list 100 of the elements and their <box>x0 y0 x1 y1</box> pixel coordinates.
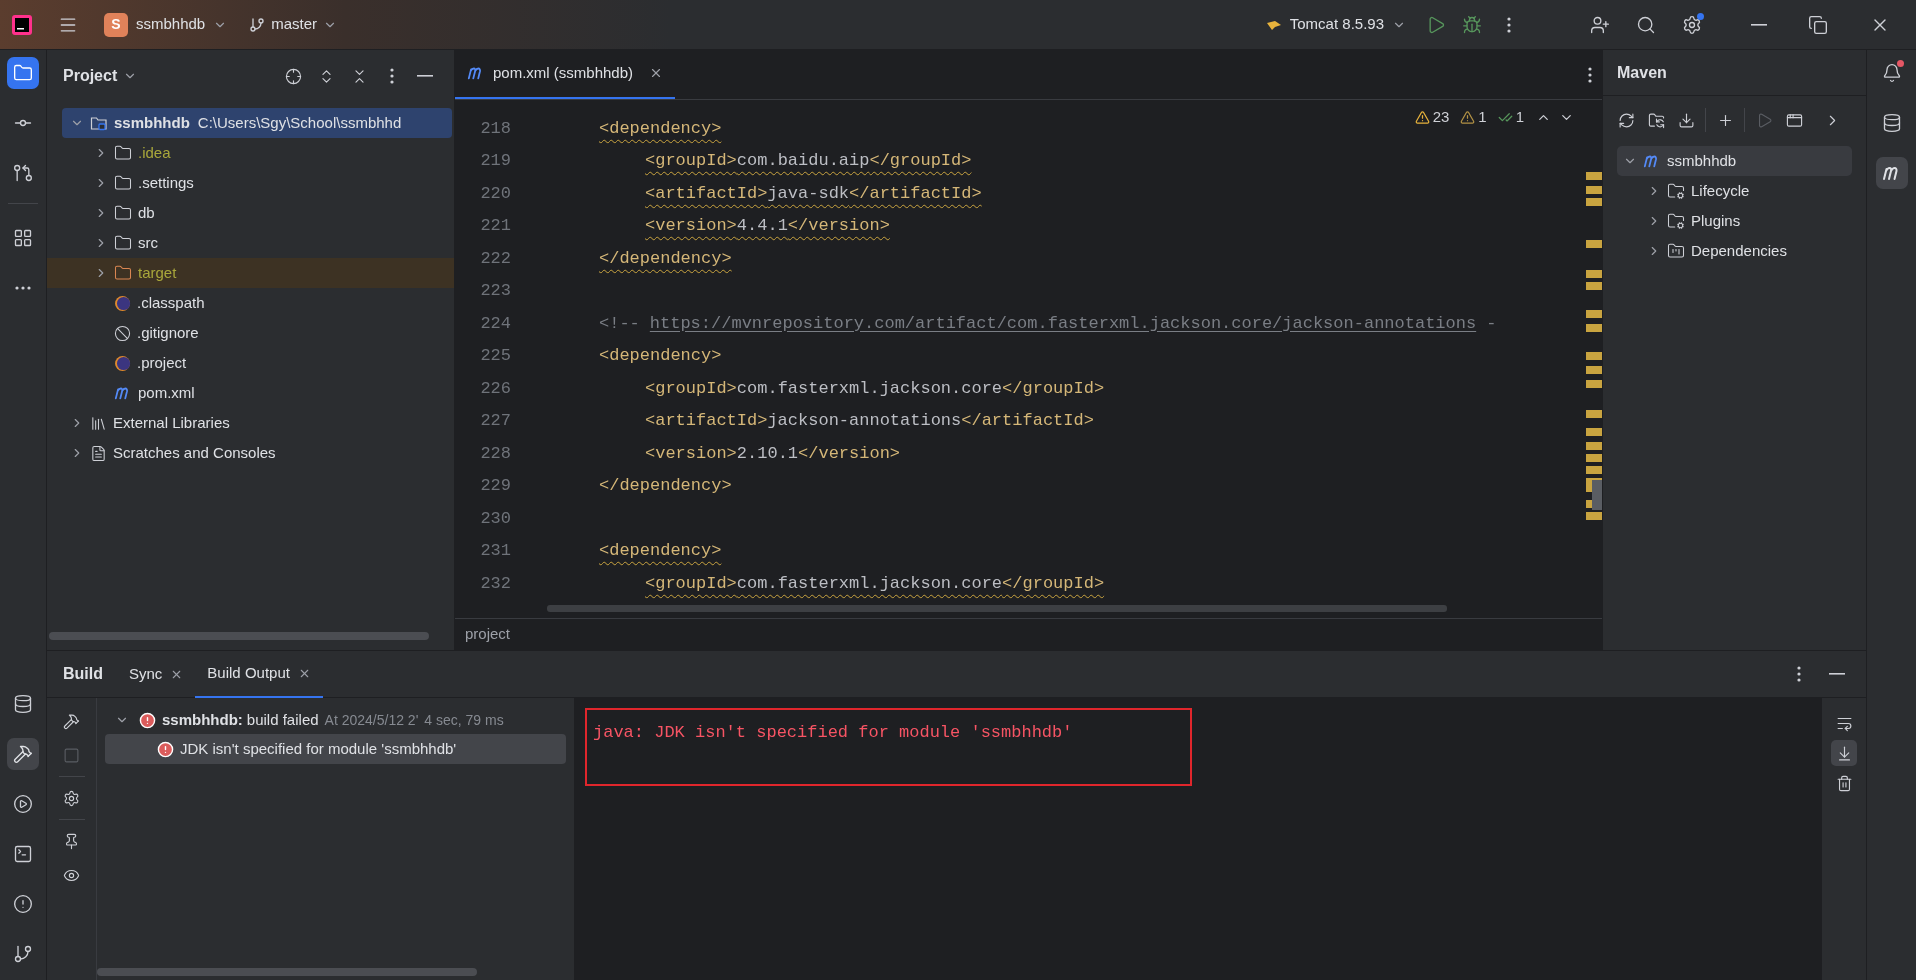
tree-item[interactable]: Scratches and Consoles <box>47 438 454 468</box>
maven-tree-item[interactable]: Lifecycle <box>1617 176 1852 206</box>
scroll-to-end-button[interactable] <box>1831 740 1857 766</box>
maven-tree-item[interactable]: ssmbhhdb <box>1617 146 1852 176</box>
panel-tab[interactable]: Build Output <box>195 650 323 698</box>
line-number: 221 <box>479 215 511 237</box>
tree-item-label: .project <box>137 352 187 373</box>
restore-icon <box>1808 14 1828 35</box>
folder-icon <box>114 204 132 222</box>
tree-item-label: ssmbhhdb <box>1667 150 1737 171</box>
build-tree-item[interactable]: ssmbhhdb: build failed At 2024/5/12 2' 4 sec, 79 ms <box>105 706 566 734</box>
folder-icon <box>114 264 132 282</box>
tree-item-label: Plugins <box>1691 210 1741 231</box>
line-number: 228 <box>479 442 511 465</box>
terminal-icon <box>13 844 33 864</box>
hammer-icon <box>13 744 33 764</box>
code-line: <dependency> <box>599 345 722 367</box>
library-icon <box>90 414 107 432</box>
line-number: 218 <box>479 117 511 140</box>
warning-count[interactable]: 23 <box>1432 106 1450 129</box>
tree-item[interactable]: db <box>47 198 454 228</box>
code-line: <dependency> <box>599 117 722 140</box>
download-icon <box>1677 111 1695 129</box>
maven-tree-item[interactable]: Dependencies <box>1617 236 1852 266</box>
tree-item-label: Scratches and Consoles <box>113 442 276 463</box>
code-line: <version>2.10.1</version> <box>645 442 901 465</box>
tool-window-button[interactable] <box>1875 157 1908 189</box>
tree-item[interactable]: .classpath <box>47 288 454 318</box>
pull-request-icon <box>13 163 33 183</box>
project-selector[interactable]: S ssmbhhdb <box>98 8 234 41</box>
tree-item-label: .gitignore <box>137 322 199 343</box>
folder-gear-icon <box>1667 182 1685 200</box>
tree-item[interactable]: External Libraries <box>47 408 454 438</box>
folder-chart-icon <box>1667 242 1685 260</box>
database-icon <box>13 694 33 714</box>
warning-icon <box>1414 109 1430 125</box>
code-line: </dependency> <box>599 247 732 270</box>
breadcrumb[interactable]: project <box>465 623 511 646</box>
structure-icon <box>13 228 33 248</box>
line-number: 222 <box>479 247 511 270</box>
reload-icon <box>1617 111 1635 129</box>
debug-icon <box>1462 14 1482 35</box>
line-number: 232 <box>479 572 511 595</box>
horizontal-scrollbar[interactable] <box>547 605 1447 612</box>
horizontal-scrollbar[interactable] <box>97 968 477 976</box>
tree-item[interactable]: pom.xml <box>47 378 454 408</box>
console-output: java: JDK isn't specified for module 'ssmbhhdb' <box>593 723 1073 742</box>
code-line: <dependency> <box>599 540 722 562</box>
error-icon <box>139 711 156 729</box>
build-message: JDK isn't specified for module 'ssmbhhdb' <box>180 738 457 759</box>
tree-item[interactable]: ssmbhhdb C:\Users\Sgy\School\ssmbhhd <box>62 108 452 138</box>
comment-link[interactable]: https://mvnrepository.com/artifact/com.fasterxml.jackson.core/jackson-annotations <box>649 310 1477 336</box>
more-icon <box>15 286 31 290</box>
branch-selector[interactable]: master <box>243 8 344 41</box>
weak-warning-count[interactable]: 1 <box>1478 106 1487 129</box>
line-number: 227 <box>479 410 511 432</box>
settings-icon <box>1682 14 1702 35</box>
tree-item[interactable]: .idea <box>47 138 454 168</box>
problems-icon <box>13 894 33 914</box>
run-config-selector[interactable]: Tomcat 8.5.93 <box>1259 8 1412 41</box>
panel-title: Maven <box>1617 62 1667 83</box>
project-badge: S <box>104 12 128 37</box>
line-number: 219 <box>479 150 511 172</box>
git-branch-icon <box>249 16 266 33</box>
tree-item[interactable]: .project <box>47 348 454 378</box>
build-duration: 4 sec, 79 ms <box>424 710 504 730</box>
folder-icon <box>114 144 132 162</box>
tree-item-label: src <box>138 232 158 253</box>
tree-item[interactable]: .settings <box>47 168 454 198</box>
settings-icon <box>63 789 80 807</box>
folder-sync-icon <box>1647 111 1665 129</box>
folder-icon <box>13 63 33 83</box>
panel-tab[interactable]: Sync <box>117 650 196 698</box>
tree-item-label: .settings <box>138 172 194 193</box>
tool-window-button[interactable] <box>7 738 39 770</box>
tool-window-button[interactable] <box>7 57 39 89</box>
build-tree-item[interactable]: JDK isn't specified for module 'ssmbhhdb' <box>105 734 566 764</box>
line-number: 224 <box>479 312 511 335</box>
code-line: <version>4.4.1</version> <box>645 215 890 237</box>
tree-item[interactable]: src <box>47 228 454 258</box>
code-line: </dependency> <box>599 475 732 497</box>
build-target: ssmbhhdb: <box>162 709 243 730</box>
code-line: <artifactId>java-sdk</artifactId> <box>645 182 982 205</box>
panel-title: Build <box>63 664 103 684</box>
run-config-name: Tomcat 8.5.93 <box>1289 14 1384 35</box>
eclipse-file-icon <box>114 294 131 312</box>
editor-tab[interactable]: pom.xml (ssmbhhdb) <box>455 49 676 99</box>
tree-item-label: .classpath <box>137 292 205 313</box>
folder-gear-icon <box>1667 212 1685 230</box>
stop-icon <box>63 746 80 764</box>
horizontal-scrollbar[interactable] <box>49 632 429 640</box>
tree-item-label: pom.xml <box>138 382 195 403</box>
line-number: 231 <box>479 540 511 562</box>
typo-count[interactable]: 1 <box>1515 106 1524 129</box>
tree-item[interactable]: .gitignore <box>47 318 454 348</box>
more-icon <box>1588 67 1592 83</box>
maven-tree-item[interactable]: Plugins <box>1617 206 1852 236</box>
tree-item[interactable]: target <box>47 258 454 288</box>
build-status: build failed <box>246 709 319 730</box>
more-icon <box>1797 666 1801 682</box>
